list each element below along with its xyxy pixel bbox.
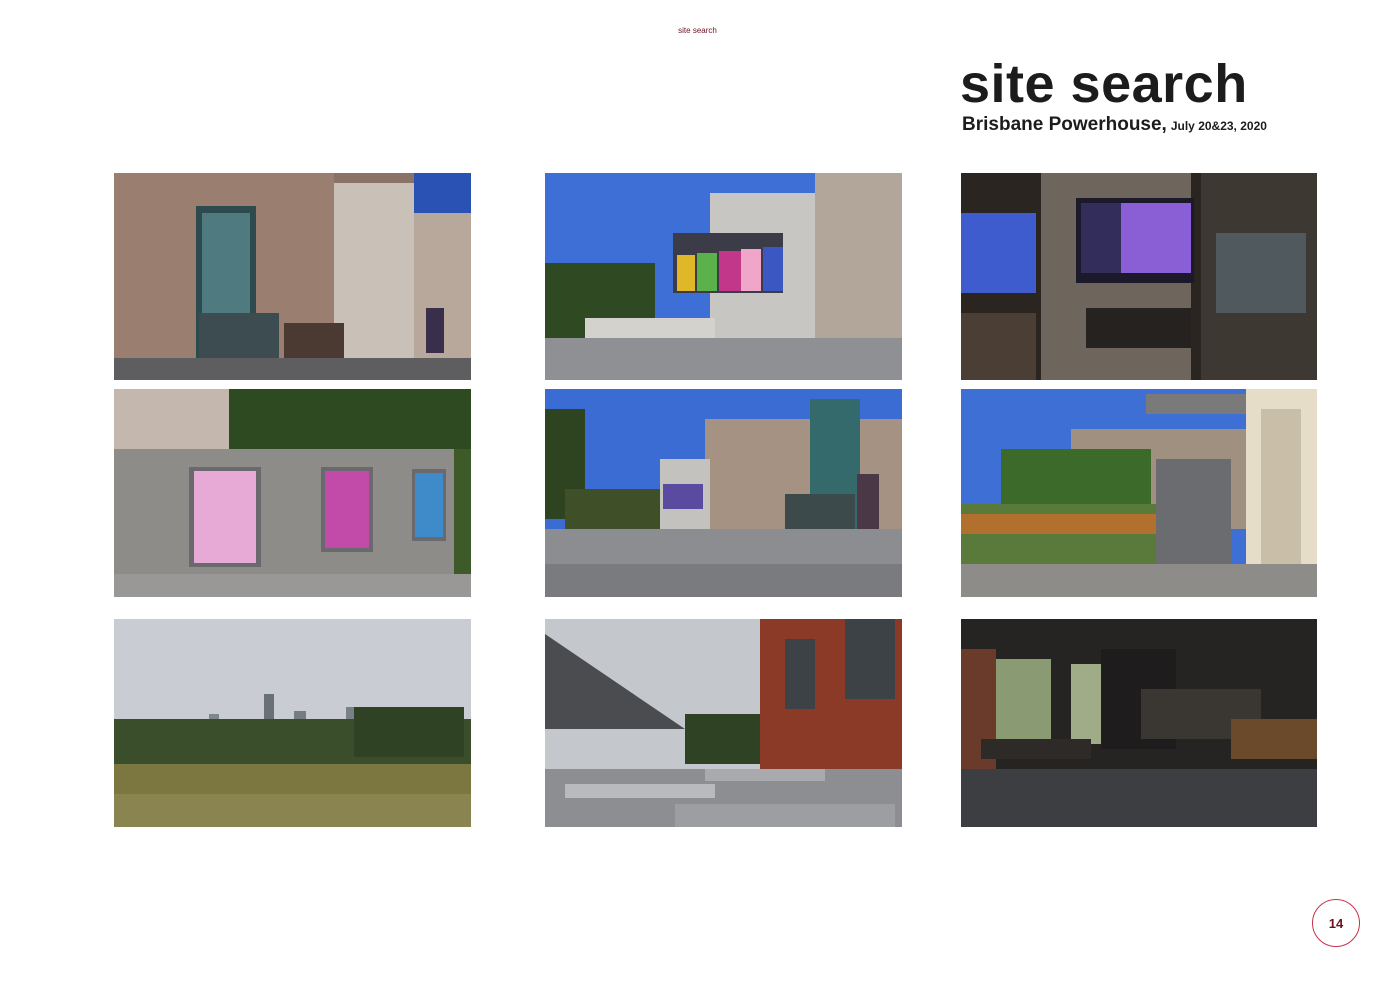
forecourt-billboards-photo [545,173,902,380]
plaza-brick-building-photo [545,389,902,597]
page-subtitle: Brisbane Powerhouse, July 20&23, 2020 [962,114,1267,136]
concrete-wall-posters-photo [114,389,471,597]
page-title: site search [960,54,1248,114]
powerhouse-facade-glass-lift-photo [114,173,471,380]
subtitle-location: Brisbane Powerhouse, [962,114,1167,135]
interior-screen-signage-photo [961,173,1317,380]
page-number-badge: 14 [1312,899,1360,947]
subtitle-dates: July 20&23, 2020 [1170,119,1267,133]
running-header: site search [678,26,717,35]
performance-hall-interior-photo [961,619,1317,827]
park-city-skyline-photo [114,619,471,827]
outdoor-terrace-tables-photo [545,619,902,827]
stairs-greenery-photo [961,389,1317,597]
